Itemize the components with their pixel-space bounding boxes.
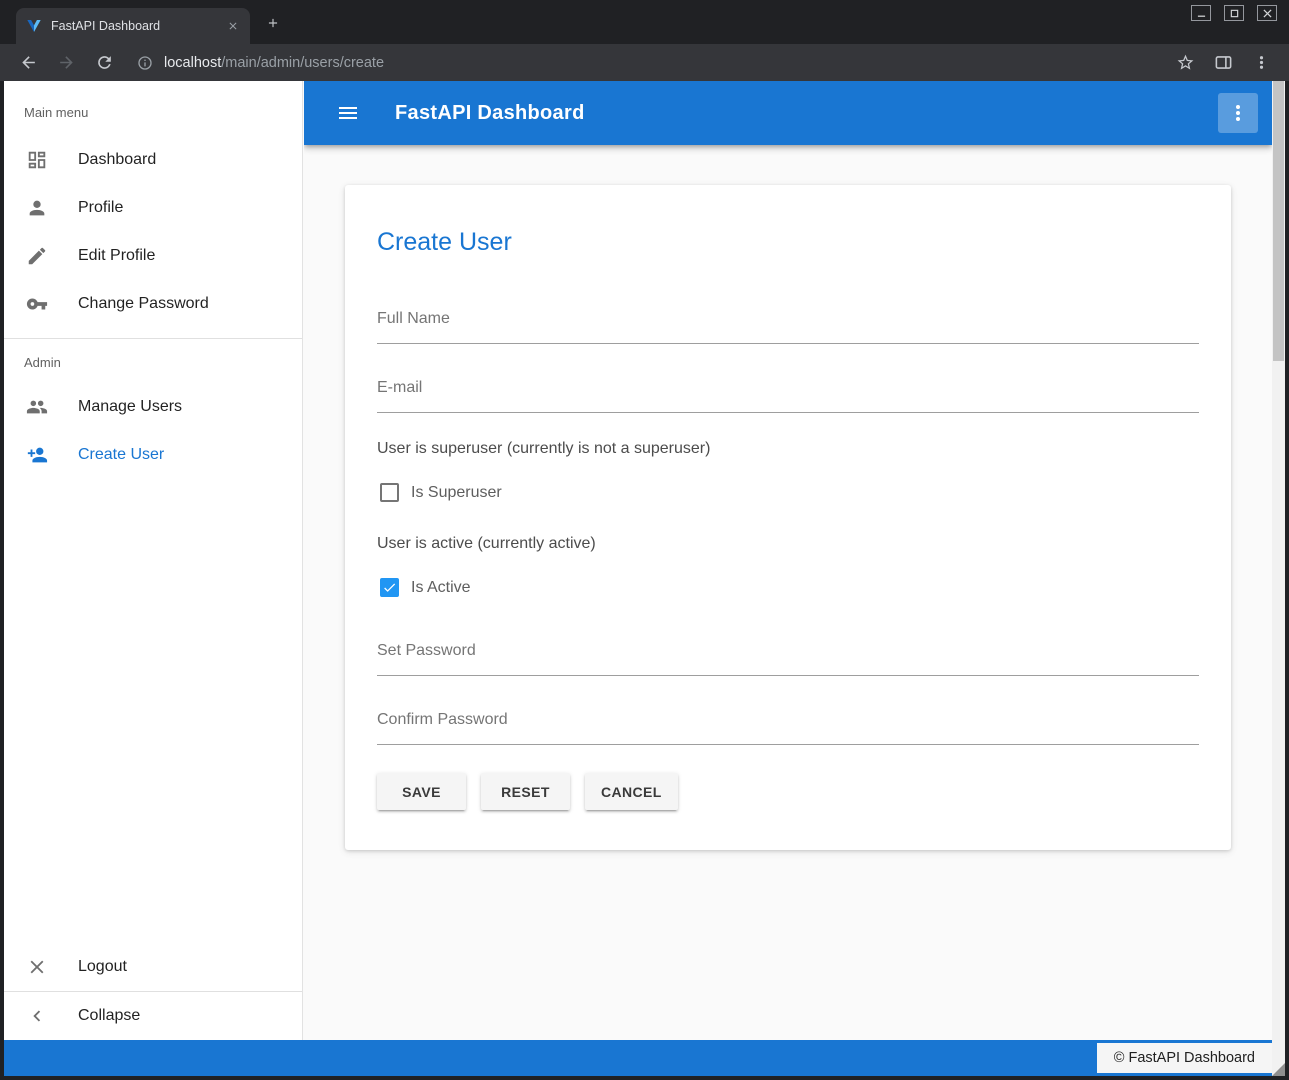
dots-vertical-icon <box>1226 101 1250 125</box>
dashboard-icon <box>25 148 49 172</box>
confirm-password-input[interactable] <box>377 710 1199 730</box>
new-tab-button[interactable] <box>260 10 286 36</box>
back-button[interactable] <box>14 49 42 77</box>
is-superuser-checkbox-row[interactable]: Is Superuser <box>377 483 1199 502</box>
email-field <box>377 378 1199 413</box>
site-info-icon[interactable] <box>137 55 153 71</box>
sidebar-item-label: Create User <box>78 446 164 464</box>
sidebar-item-change-password[interactable]: Change Password <box>4 280 302 328</box>
browser-toolbar: localhost/main/admin/users/create <box>0 44 1289 81</box>
tab-strip: FastAPI Dashboard <box>0 0 1289 44</box>
url-path: /main/admin/users/create <box>221 55 384 71</box>
browser-menu-icon[interactable] <box>1247 49 1275 77</box>
cancel-button[interactable]: CANCEL <box>585 773 678 810</box>
sidebar: Main menu Dashboard Profile <box>4 81 303 1040</box>
account-group-icon <box>25 395 49 419</box>
content-area: Create User User is superuser (currently… <box>304 145 1272 1040</box>
sidebar-item-label: Change Password <box>78 295 209 313</box>
sidebar-item-label: Collapse <box>78 1007 140 1025</box>
appbar-title: FastAPI Dashboard <box>395 102 585 125</box>
web-page: Main menu Dashboard Profile <box>4 81 1285 1076</box>
email-input[interactable] <box>377 378 1199 398</box>
chevron-left-icon <box>25 1004 49 1028</box>
superuser-hint: User is superuser (currently is not a su… <box>377 439 1199 459</box>
key-icon <box>25 292 49 316</box>
close-x-icon <box>25 955 49 979</box>
app-bar: FastAPI Dashboard <box>304 81 1272 145</box>
vuetify-logo-icon <box>26 18 42 34</box>
form-buttons: SAVE RESET CANCEL <box>377 773 1199 810</box>
sidebar-item-label: Profile <box>78 199 123 217</box>
page-scrollbar[interactable] <box>1272 81 1285 1076</box>
maximize-button[interactable] <box>1224 5 1244 21</box>
url-host: localhost <box>164 55 221 71</box>
browser-window: FastAPI Dashboard <box>0 0 1289 1080</box>
sidebar-item-label: Edit Profile <box>78 247 155 265</box>
is-active-label: Is Active <box>411 579 471 597</box>
set-password-input[interactable] <box>377 641 1199 661</box>
tab-close-icon[interactable] <box>224 17 242 35</box>
account-plus-icon <box>25 443 49 467</box>
active-hint: User is active (currently active) <box>377 534 1199 554</box>
is-active-checkbox-row[interactable]: Is Active <box>377 578 1199 597</box>
sidebar-item-manage-users[interactable]: Manage Users <box>4 383 302 431</box>
close-button[interactable] <box>1257 5 1277 21</box>
sidebar-item-label: Logout <box>78 958 127 976</box>
confirm-password-field <box>377 710 1199 745</box>
sidebar-section-admin: Admin <box>4 355 302 371</box>
bookmark-star-icon[interactable] <box>1171 49 1199 77</box>
address-bar[interactable]: localhost/main/admin/users/create <box>137 55 1166 71</box>
browser-tab[interactable]: FastAPI Dashboard <box>16 8 250 44</box>
sidebar-item-label: Dashboard <box>78 151 156 169</box>
main-area: FastAPI Dashboard Create User User is su… <box>304 81 1272 1040</box>
appbar-menu-button[interactable] <box>1218 93 1258 133</box>
checkbox-checked-icon[interactable] <box>380 578 399 597</box>
sidebar-item-collapse[interactable]: Collapse <box>4 992 302 1040</box>
sidebar-item-dashboard[interactable]: Dashboard <box>4 136 302 184</box>
page-title: Create User <box>377 227 1199 257</box>
reload-button[interactable] <box>90 49 118 77</box>
create-user-card: Create User User is superuser (currently… <box>345 185 1231 850</box>
sidebar-divider <box>4 338 302 339</box>
sidebar-item-logout[interactable]: Logout <box>4 943 302 991</box>
save-button[interactable]: SAVE <box>377 773 466 810</box>
account-icon <box>25 196 49 220</box>
tab-title: FastAPI Dashboard <box>51 19 224 33</box>
sidebar-section-main-menu: Main menu <box>4 105 302 121</box>
sidebar-item-profile[interactable]: Profile <box>4 184 302 232</box>
sidebar-item-create-user[interactable]: Create User <box>4 431 302 479</box>
is-superuser-label: Is Superuser <box>411 484 502 502</box>
full-name-field <box>377 309 1199 344</box>
set-password-field <box>377 641 1199 676</box>
reset-button[interactable]: RESET <box>481 773 570 810</box>
page-footer: © FastAPI Dashboard <box>4 1040 1272 1076</box>
scrollbar-thumb[interactable] <box>1273 81 1284 361</box>
forward-button[interactable] <box>52 49 80 77</box>
full-name-input[interactable] <box>377 309 1199 329</box>
pencil-icon <box>25 244 49 268</box>
window-controls <box>1191 5 1277 21</box>
hamburger-menu-icon[interactable] <box>330 95 366 131</box>
checkbox-unchecked-icon[interactable] <box>380 483 399 502</box>
sidebar-item-label: Manage Users <box>78 398 182 416</box>
resize-grip-icon[interactable] <box>1272 1063 1285 1076</box>
sidebar-item-edit-profile[interactable]: Edit Profile <box>4 232 302 280</box>
url-text: localhost/main/admin/users/create <box>164 55 384 71</box>
copyright-text: © FastAPI Dashboard <box>1097 1043 1272 1073</box>
side-panel-icon[interactable] <box>1209 49 1237 77</box>
minimize-button[interactable] <box>1191 5 1211 21</box>
